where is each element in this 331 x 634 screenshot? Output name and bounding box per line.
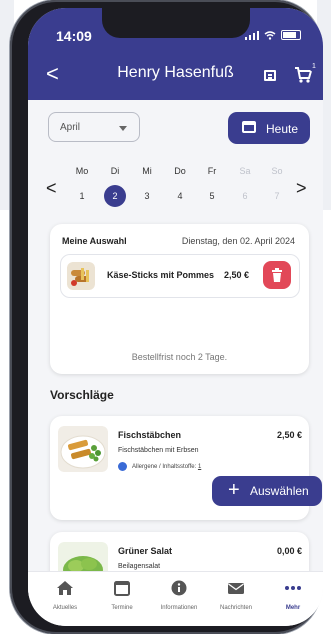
bottom-tab-bar: Aktuelles Termine Informationen Nachrich… (28, 571, 323, 626)
calendar-icon (242, 121, 256, 133)
tab-termine[interactable]: Termine (93, 580, 151, 611)
tab-label: Mehr (285, 605, 301, 611)
day-3[interactable]: 3 (136, 185, 158, 207)
tab-label: Informationen (160, 605, 198, 611)
suggestions-heading: Vorschläge (50, 388, 114, 402)
day-name-so: So (271, 166, 283, 176)
suggestion-card-fischstaebchen[interactable]: Fischstäbchen 2,50 € Fischstäbchen mit E… (50, 416, 322, 520)
tab-mehr[interactable]: Mehr (264, 580, 322, 611)
calendar-icon (114, 581, 130, 596)
day-7[interactable]: 7 (266, 185, 288, 207)
info-icon (171, 580, 187, 596)
selected-meal-row[interactable]: Käse-Sticks mit Pommes 2,50 € (60, 254, 300, 298)
day-2-selected[interactable]: 2 (104, 185, 126, 207)
allergen-fish-icon (118, 462, 127, 471)
day-name-fr: Fr (207, 166, 217, 176)
signal-icon (245, 30, 259, 40)
day-4[interactable]: 4 (169, 185, 191, 207)
day-6[interactable]: 6 (234, 185, 256, 207)
order-deadline: Bestellfrist noch 2 Tage. (131, 352, 228, 362)
meal-image (67, 262, 95, 290)
suggestion-price: 2,50 € (277, 430, 303, 440)
selection-date: Dienstag, den 02. April 2024 (181, 236, 295, 246)
status-icons (245, 30, 301, 40)
month-select[interactable]: April (48, 112, 140, 142)
selected-meal-name: Käse-Sticks mit Pommes (107, 270, 215, 280)
home-icon (57, 581, 73, 595)
header-bar: 14:09 < Henry Hasenfuß 1 (28, 8, 323, 100)
day-name-mi: Mi (142, 166, 152, 176)
week-next-button[interactable]: > (296, 178, 307, 199)
suggestion-description: Fischstäbchen mit Erbsen (118, 447, 199, 454)
select-button[interactable]: + Auswählen (212, 476, 322, 506)
tab-nachrichten[interactable]: Nachrichten (207, 580, 265, 611)
tab-label: Nachrichten (219, 605, 252, 611)
tab-label: Termine (111, 605, 133, 611)
week-prev-button[interactable]: < (46, 178, 57, 199)
suggestion-description: Beilagensalat (118, 563, 161, 570)
select-button-label: Auswählen (250, 484, 309, 498)
meal-image (58, 426, 108, 472)
selected-meal-price: 2,50 € (224, 270, 250, 280)
phone-frame: 14:09 < Henry Hasenfuß 1 April Heute < >… (10, 0, 323, 634)
app-screen: 14:09 < Henry Hasenfuß 1 April Heute < >… (28, 8, 323, 626)
my-selection-card: Meine Auswahl Dienstag, den 02. April 20… (50, 224, 309, 374)
suggestion-name: Grüner Salat (118, 546, 173, 556)
allergen-label[interactable]: Allergene / Inhaltsstoffe: 1 (132, 464, 201, 470)
day-name-di: Di (110, 166, 120, 176)
today-button-label: Heute (266, 122, 299, 136)
page-title: Henry Hasenfuß (117, 64, 234, 81)
menu-list-icon[interactable] (264, 70, 276, 81)
device-notch (102, 8, 250, 38)
day-name-mo: Mo (75, 166, 89, 176)
delete-button[interactable] (263, 261, 291, 289)
cart-count-badge: 1 (309, 62, 319, 72)
chevron-down-icon (119, 126, 127, 131)
suggestion-name: Fischstäbchen (118, 430, 182, 440)
suggestion-price: 0,00 € (277, 546, 303, 556)
day-1[interactable]: 1 (71, 185, 93, 207)
day-name-sa: Sa (239, 166, 251, 176)
day-5[interactable]: 5 (201, 185, 223, 207)
tab-informationen[interactable]: Informationen (150, 580, 208, 611)
status-time: 14:09 (56, 28, 92, 44)
battery-icon (281, 30, 301, 40)
tab-aktuelles[interactable]: Aktuelles (36, 580, 94, 611)
tab-label: Aktuelles (52, 605, 78, 611)
plus-icon: + (228, 479, 240, 501)
day-name-do: Do (174, 166, 186, 176)
trash-icon (272, 268, 282, 282)
today-button[interactable]: Heute (228, 112, 310, 144)
month-select-value: April (60, 122, 81, 133)
more-icon (285, 586, 301, 590)
selection-heading: Meine Auswahl (62, 236, 127, 246)
wifi-icon (264, 30, 276, 40)
mail-icon (228, 583, 244, 594)
